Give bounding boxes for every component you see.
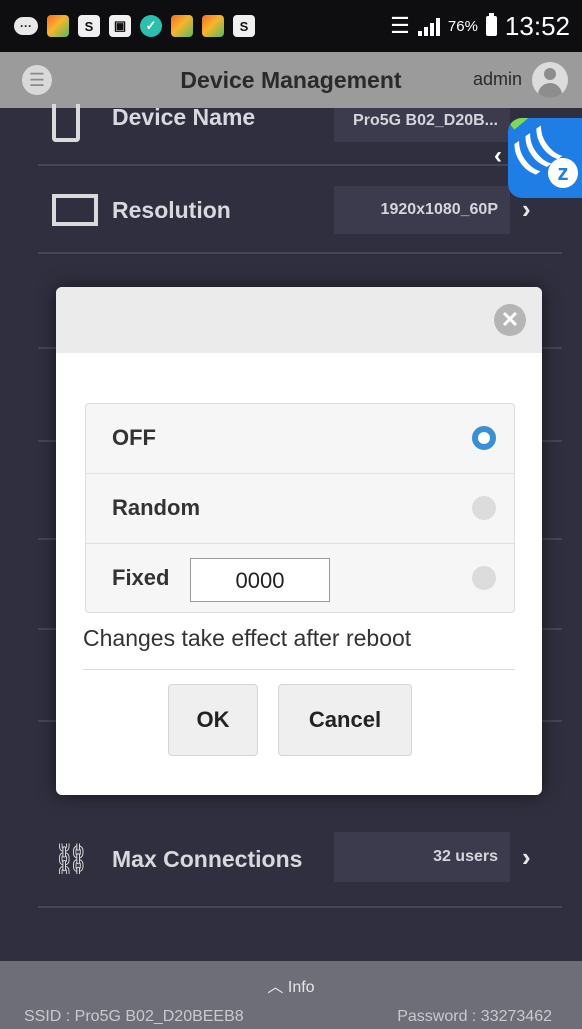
- option-fixed[interactable]: Fixed 0000: [86, 544, 514, 613]
- user-name[interactable]: admin: [473, 69, 522, 90]
- radio-unselected[interactable]: [472, 496, 496, 520]
- status-bar: ··· S ▣ ✓ S ☰ 76% 13:52: [0, 0, 582, 52]
- dialog-divider: [83, 669, 515, 670]
- menu-button[interactable]: ☰: [22, 65, 52, 95]
- setting-row-max-connections[interactable]: ⛓ Max Connections 32 users ›: [38, 812, 562, 908]
- status-indicators: ☰ 76% 13:52: [390, 11, 582, 42]
- dialog-header: ✕: [56, 287, 542, 353]
- ssid-label: SSID : Pro5G B02_D20BEEB8: [24, 1008, 244, 1025]
- chevron-up-icon: ︿: [267, 979, 284, 996]
- radio-selected[interactable]: [472, 426, 496, 450]
- option-label: OFF: [112, 425, 156, 450]
- radio-unselected[interactable]: [472, 566, 496, 590]
- chevron-right-icon: ›: [522, 194, 531, 224]
- monitor-icon: [52, 194, 98, 226]
- z-logo-icon: z: [548, 158, 578, 188]
- app-s-notification-icon: S: [78, 15, 100, 37]
- check-notification-icon: ✓: [140, 15, 162, 37]
- app-notification-icon: [202, 15, 224, 37]
- option-label: Random: [112, 495, 200, 520]
- avatar-icon[interactable]: [532, 62, 568, 98]
- notification-icons: ··· S ▣ ✓ S: [0, 15, 255, 37]
- option-dialog: ✕ OFF Random Fixed 0000 Changes take eff…: [56, 287, 542, 795]
- floating-app-badge[interactable]: ((( z: [508, 118, 582, 198]
- setting-row-resolution[interactable]: Resolution 1920x1080_60P ›: [38, 166, 562, 254]
- clock: 13:52: [504, 10, 570, 41]
- info-toggle[interactable]: ︿ Info: [0, 973, 582, 997]
- fixed-value-input[interactable]: 0000: [190, 558, 330, 602]
- password-label: Password : 33273462: [397, 1008, 552, 1025]
- chevron-right-icon: ›: [522, 842, 531, 872]
- setting-label: Device Name: [112, 104, 256, 130]
- phone-icon: [52, 104, 80, 142]
- chevron-left-icon[interactable]: ‹: [494, 142, 502, 170]
- setting-label: Resolution: [112, 197, 231, 223]
- message-notification-icon: ···: [14, 17, 38, 35]
- option-random[interactable]: Random: [86, 474, 514, 544]
- info-toggle-label: Info: [287, 979, 315, 996]
- ok-button[interactable]: OK: [168, 684, 258, 756]
- app-s-notification-icon: S: [233, 15, 255, 37]
- info-bar: ︿ Info SSID : Pro5G B02_D20BEEB8 Passwor…: [0, 961, 582, 1029]
- battery-percent: 76%: [447, 17, 478, 35]
- battery-icon: [485, 13, 497, 36]
- reboot-note: Changes take effect after reboot: [83, 625, 412, 651]
- setting-value: Pro5G B02_D20B...: [334, 108, 510, 142]
- network-tree-icon: ⛓: [52, 843, 91, 876]
- app-notification-icon: [47, 15, 69, 37]
- gallery-notification-icon: ▣: [109, 15, 131, 37]
- signal-icon: [417, 16, 440, 36]
- setting-label: Max Connections: [112, 846, 303, 872]
- close-icon[interactable]: ✕: [494, 304, 526, 336]
- option-off[interactable]: OFF: [86, 404, 514, 474]
- option-list: OFF Random Fixed 0000: [85, 403, 515, 613]
- setting-value: 32 users: [334, 832, 510, 882]
- page-title: Device Management: [180, 66, 402, 93]
- menu-icon: ☰: [28, 70, 46, 90]
- setting-row-device-name[interactable]: Device Name Pro5G B02_D20B...: [38, 104, 562, 166]
- setting-value: 1920x1080_60P: [334, 186, 510, 234]
- app-header: ☰ Device Management admin: [0, 52, 582, 108]
- cancel-button[interactable]: Cancel: [278, 684, 412, 756]
- option-label: Fixed: [112, 565, 170, 590]
- app-notification-icon: [171, 15, 193, 37]
- wifi-icon: ☰: [390, 13, 410, 38]
